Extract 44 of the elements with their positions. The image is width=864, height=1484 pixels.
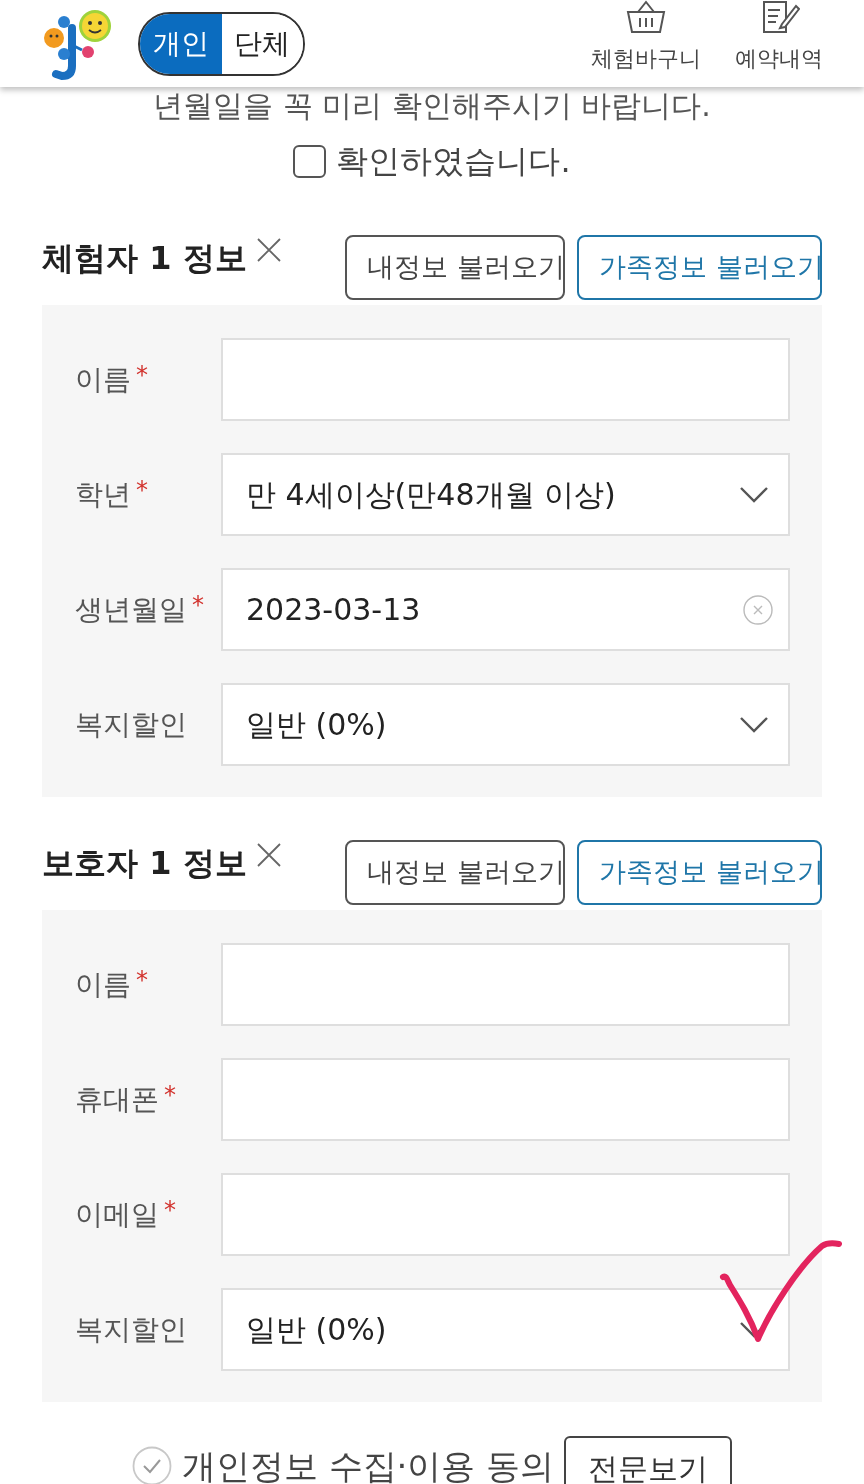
mode-tab[interactable]: 개인 xyxy=(140,13,222,74)
basket-icon xyxy=(625,0,667,34)
required-mark: * xyxy=(192,589,204,621)
load-info-button[interactable]: 내정보 불러오기 xyxy=(345,840,565,905)
required-mark: * xyxy=(164,1079,176,1111)
section-title: 체험자 1 정보 xyxy=(42,238,247,278)
view-full-button[interactable]: 전문보기 xyxy=(564,1436,733,1484)
date-field[interactable]: 2023-03-13 xyxy=(221,568,790,651)
field-label: 학년 xyxy=(75,476,131,513)
load-info-button[interactable]: 내정보 불러오기 xyxy=(345,235,565,300)
field-label: 복지할인 xyxy=(75,1311,187,1348)
close-icon[interactable] xyxy=(256,238,281,262)
clear-icon[interactable] xyxy=(743,594,773,625)
required-mark: * xyxy=(164,1194,176,1226)
consent-check-icon[interactable] xyxy=(131,1446,172,1484)
header-link[interactable]: 예약내역 xyxy=(735,42,823,75)
field-label: 복지할인 xyxy=(75,706,187,743)
confirm-checkbox[interactable] xyxy=(293,144,327,178)
notice-text: 년월일을 꼭 미리 확인해주시기 바랍니다. xyxy=(153,88,711,124)
field-label: 생년월일 xyxy=(75,591,187,628)
select-field[interactable]: 일반 (0%) xyxy=(221,683,790,766)
field-label: 이름 xyxy=(75,966,131,1003)
load-info-button[interactable]: 가족정보 불러오기 xyxy=(577,235,822,300)
load-info-button[interactable]: 가족정보 불러오기 xyxy=(577,840,822,905)
chevron-down-icon xyxy=(740,486,768,503)
field-label: 이메일 xyxy=(75,1196,159,1233)
header-link[interactable]: 체험바구니 xyxy=(591,42,701,75)
check-mark-icon xyxy=(718,1239,842,1345)
select-field[interactable]: 만 4세이상(만48개월 이상) xyxy=(221,453,790,536)
field-label: 휴대폰 xyxy=(75,1081,159,1118)
input-field[interactable] xyxy=(221,1173,790,1256)
input-field[interactable] xyxy=(221,1058,790,1141)
consent-label: 개인정보 수집·이용 동의 xyxy=(181,1445,555,1484)
field-label: 이름 xyxy=(75,361,131,398)
section-title: 보호자 1 정보 xyxy=(42,843,247,883)
chevron-down-icon xyxy=(740,716,768,733)
required-mark: * xyxy=(136,964,148,996)
input-field[interactable] xyxy=(221,943,790,1026)
close-icon[interactable] xyxy=(256,843,281,867)
required-mark: * xyxy=(136,474,148,506)
required-mark: * xyxy=(136,359,148,391)
select-field[interactable]: 일반 (0%) xyxy=(221,1288,790,1371)
confirm-label: 확인하였습니다. xyxy=(336,141,571,182)
input-field[interactable] xyxy=(221,338,790,421)
